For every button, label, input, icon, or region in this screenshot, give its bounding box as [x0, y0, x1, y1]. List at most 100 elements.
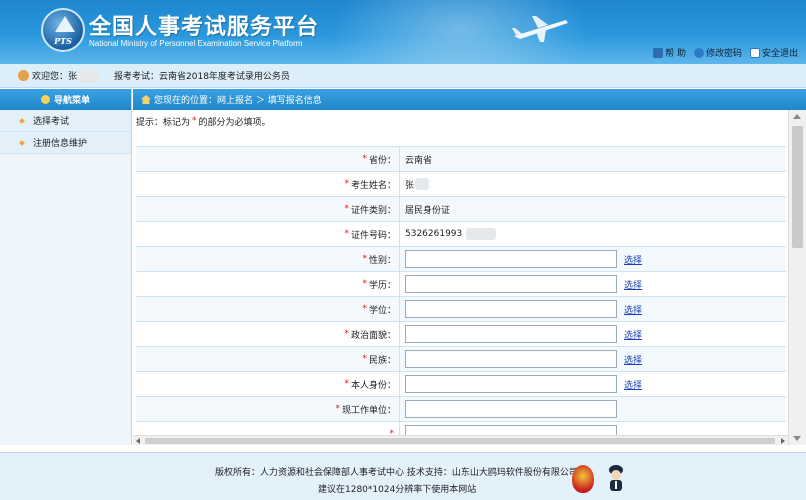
ethnicity-select-link[interactable]: 选择 — [624, 353, 642, 366]
cyber-police-icon — [609, 465, 623, 491]
scroll-up-arrow-icon[interactable] — [793, 114, 801, 119]
bullet-icon — [19, 139, 25, 146]
scroll-right-arrow-icon[interactable] — [781, 438, 785, 444]
site-header: PTS 全国人事考试服务平台 National Ministry of Pers… — [0, 0, 806, 64]
required-star: * — [344, 329, 349, 339]
degree-input[interactable] — [405, 300, 617, 318]
field-label: * 政治面貌： — [136, 322, 400, 346]
degree-cell: 选择 — [400, 297, 786, 321]
scroll-left-arrow-icon[interactable] — [136, 438, 140, 444]
required-star: * — [344, 179, 349, 189]
redacted-name — [78, 69, 101, 82]
ethnicity-label: 民族： — [368, 355, 396, 366]
partial-input[interactable] — [405, 425, 617, 435]
logo-triangle — [55, 16, 75, 32]
field-label: * 性别： — [136, 247, 400, 271]
required-star: * — [362, 279, 367, 289]
degree-select-link[interactable]: 选择 — [624, 303, 642, 316]
form-row-name: * 考生姓名： 张 — [136, 172, 786, 197]
tip-star: * — [192, 116, 197, 126]
ethnicity-input[interactable] — [405, 350, 617, 368]
site-logo: PTS — [41, 8, 85, 52]
required-star: * — [344, 204, 349, 214]
footer-resolution-note: 建议在1280*1024分辨率下使用本网站 — [318, 485, 477, 495]
horizontal-scrollbar[interactable] — [133, 435, 788, 445]
logout-link[interactable]: 安全退出 — [749, 46, 798, 59]
field-label: * 证件类别： — [136, 197, 400, 221]
employer-input[interactable] — [405, 400, 617, 418]
password-icon — [693, 47, 704, 58]
welcome-greeting: 欢迎您：张 — [32, 72, 78, 82]
field-label: * 民族： — [136, 347, 400, 371]
political-status-label: 政治面貌： — [350, 330, 396, 341]
form-row-id-type: * 证件类别： 居民身份证 — [136, 197, 786, 222]
political-status-select-link[interactable]: 选择 — [624, 328, 642, 341]
employer-label: 现工作单位： — [341, 405, 396, 416]
redacted-id — [466, 228, 497, 240]
id-type-label: 证件类别： — [350, 205, 396, 216]
political-status-cell: 选择 — [400, 322, 786, 346]
name-value: 张 — [405, 180, 415, 191]
required-star: * — [362, 304, 367, 314]
sidebar-item-select-exam[interactable]: 选择考试 — [0, 110, 131, 132]
identity-label: 本人身份： — [350, 380, 396, 391]
gender-select-link[interactable]: 选择 — [624, 253, 642, 266]
identity-cell: 选择 — [400, 372, 786, 396]
welcome-bar: 欢迎您：张 报考考试：云南省2018年度考试录用公务员 — [0, 64, 806, 88]
help-link[interactable]: 帮 助 — [653, 46, 686, 59]
employer-cell — [400, 397, 786, 421]
vertical-scroll-thumb[interactable] — [792, 126, 803, 248]
change-password-label: 修改密码 — [705, 49, 742, 59]
airplane-icon — [512, 16, 568, 42]
site-footer: 版权所有：人力资源和社会保障部人事考试中心 技术支持：山东山大鸥玛软件股份有限公… — [0, 452, 806, 500]
site-subtitle: National Ministry of Personnel Examinati… — [89, 39, 303, 48]
sidebar: 导航菜单 选择考试 注册信息维护 — [0, 89, 132, 445]
required-star: * — [335, 404, 340, 414]
header-links: 帮 助 修改密码 安全退出 — [653, 46, 798, 59]
home-icon — [141, 95, 151, 104]
user-icon — [18, 70, 29, 81]
sidebar-title: 导航菜单 — [53, 96, 90, 106]
form-row-degree: * 学位： 选择 — [136, 297, 786, 322]
form-row-id-number: * 证件号码： 5326261993 — [136, 222, 786, 247]
education-cell: 选择 — [400, 272, 786, 296]
form-row-gender: * 性别： 选择 — [136, 247, 786, 272]
form-row-ethnicity: * 民族： 选择 — [136, 347, 786, 372]
required-tip: 提示：标记为 * 的部分为必填项。 — [133, 110, 788, 132]
identity-input[interactable] — [405, 375, 617, 393]
required-star: * — [344, 229, 349, 239]
required-star: * — [362, 154, 367, 164]
education-select-link[interactable]: 选择 — [624, 278, 642, 291]
main-panel: 您现在的位置：网上报名 ＞ 填写报名信息 提示：标记为 * 的部分为必填项。 *… — [133, 89, 806, 445]
gender-label: 性别： — [368, 255, 396, 266]
gender-cell: 选择 — [400, 247, 786, 271]
change-password-link[interactable]: 修改密码 — [693, 46, 742, 59]
degree-label: 学位： — [368, 305, 396, 316]
ethnicity-cell: 选择 — [400, 347, 786, 371]
field-label: * 现工作单位： — [136, 397, 400, 421]
logout-label: 安全退出 — [761, 49, 798, 59]
education-input[interactable] — [405, 275, 617, 293]
field-label: * 本人身份： — [136, 372, 400, 396]
exam-info: 报考考试：云南省2018年度考试录用公务员 — [114, 72, 290, 82]
breadcrumb: 您现在的位置：网上报名 ＞ 填写报名信息 — [133, 89, 806, 110]
province-label: 省份： — [368, 155, 396, 166]
sidebar-item-label: 注册信息维护 — [33, 139, 88, 149]
field-label: * 证件号码： — [136, 222, 400, 246]
name-label: 考生姓名： — [350, 180, 396, 191]
field-label: * 学历： — [136, 272, 400, 296]
exit-icon — [749, 47, 760, 58]
site-title: 全国人事考试服务平台 — [89, 15, 320, 40]
gender-input[interactable] — [405, 250, 617, 268]
horizontal-scroll-thumb[interactable] — [145, 438, 775, 444]
sidebar-item-registration-info[interactable]: 注册信息维护 — [0, 132, 131, 154]
political-status-input[interactable] — [405, 325, 617, 343]
form-row-province: * 省份： 云南省 — [136, 147, 786, 172]
form-row-identity: * 本人身份： 选择 — [136, 372, 786, 397]
scroll-down-arrow-icon[interactable] — [793, 436, 801, 441]
identity-select-link[interactable]: 选择 — [624, 378, 642, 391]
form-scroll-area[interactable]: 提示：标记为 * 的部分为必填项。 * 省份： 云南省 * 考生姓名： 张 * … — [133, 110, 788, 435]
tip-prefix: 提示：标记为 — [136, 117, 191, 128]
form-row-political-status: * 政治面貌： 选择 — [136, 322, 786, 347]
vertical-scrollbar[interactable] — [788, 110, 806, 445]
